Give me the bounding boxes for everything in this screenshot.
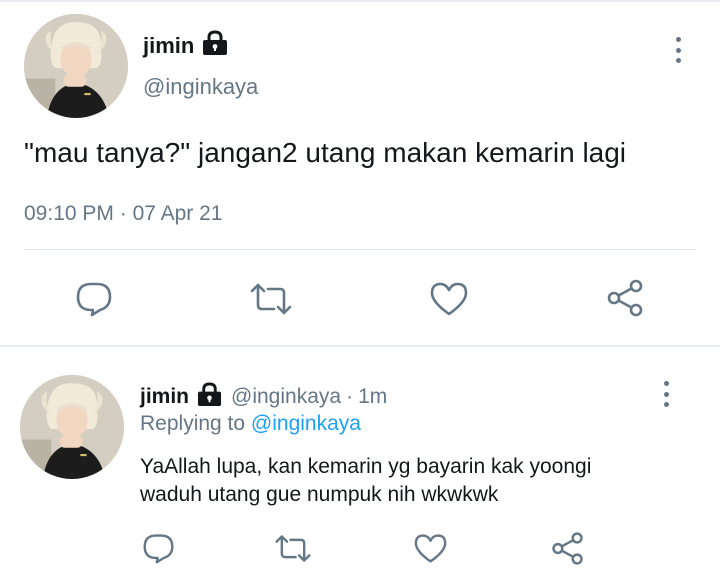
author-name[interactable]: jimin [140,385,189,409]
share-icon[interactable] [549,529,585,567]
tweet-text: "mau tanya?" jangan2 utang makan kemarin… [24,137,627,168]
tweet-time: 09:10 PM [24,202,114,225]
meta-separator: · [346,385,354,408]
tweet-date: 07 Apr 21 [132,202,223,225]
replying-prefix: Replying to [140,412,246,435]
tweet-text: YaAllah lupa, kan kemarin yg bayarin kak… [140,453,700,509]
author-name[interactable]: jimin [143,33,194,59]
share-icon[interactable] [604,277,646,319]
lock-icon [201,30,229,61]
replying-to: Replying to @inginkaya [140,412,361,436]
divider [24,249,696,250]
more-options-icon[interactable] [672,37,684,63]
retweet-icon[interactable] [248,279,294,319]
author-handle[interactable]: @inginkaya [143,74,258,100]
avatar-image [20,375,124,479]
author-row: jimin [143,30,229,61]
main-tweet: jimin @inginkaya "mau tanya?" jangan2 ut… [0,0,720,345]
retweet-icon[interactable] [273,531,313,565]
replying-to-link[interactable]: @inginkaya [251,412,361,435]
section-divider [0,345,720,347]
reply-icon[interactable] [74,279,114,319]
meta-separator: · [119,202,127,225]
lock-icon [196,382,223,412]
like-icon[interactable] [412,531,448,565]
author-handle[interactable]: @inginkaya [231,385,341,409]
tweet-text-line: YaAllah lupa, kan kemarin yg bayarin kak… [140,455,592,478]
reply-header: jimin @inginkaya · 1m [140,382,387,412]
avatar-image [24,14,128,118]
avatar[interactable] [20,375,124,479]
tweet-text-line: waduh utang gue numpuk nih wkwkwk [140,483,499,506]
tweet-time-ago: 1m [358,385,388,408]
tweet-timestamp: 09:10 PM · 07 Apr 21 [24,202,222,226]
avatar[interactable] [24,14,128,118]
like-icon[interactable] [428,279,470,319]
more-options-icon[interactable] [660,381,672,407]
reply-icon[interactable] [141,531,175,565]
